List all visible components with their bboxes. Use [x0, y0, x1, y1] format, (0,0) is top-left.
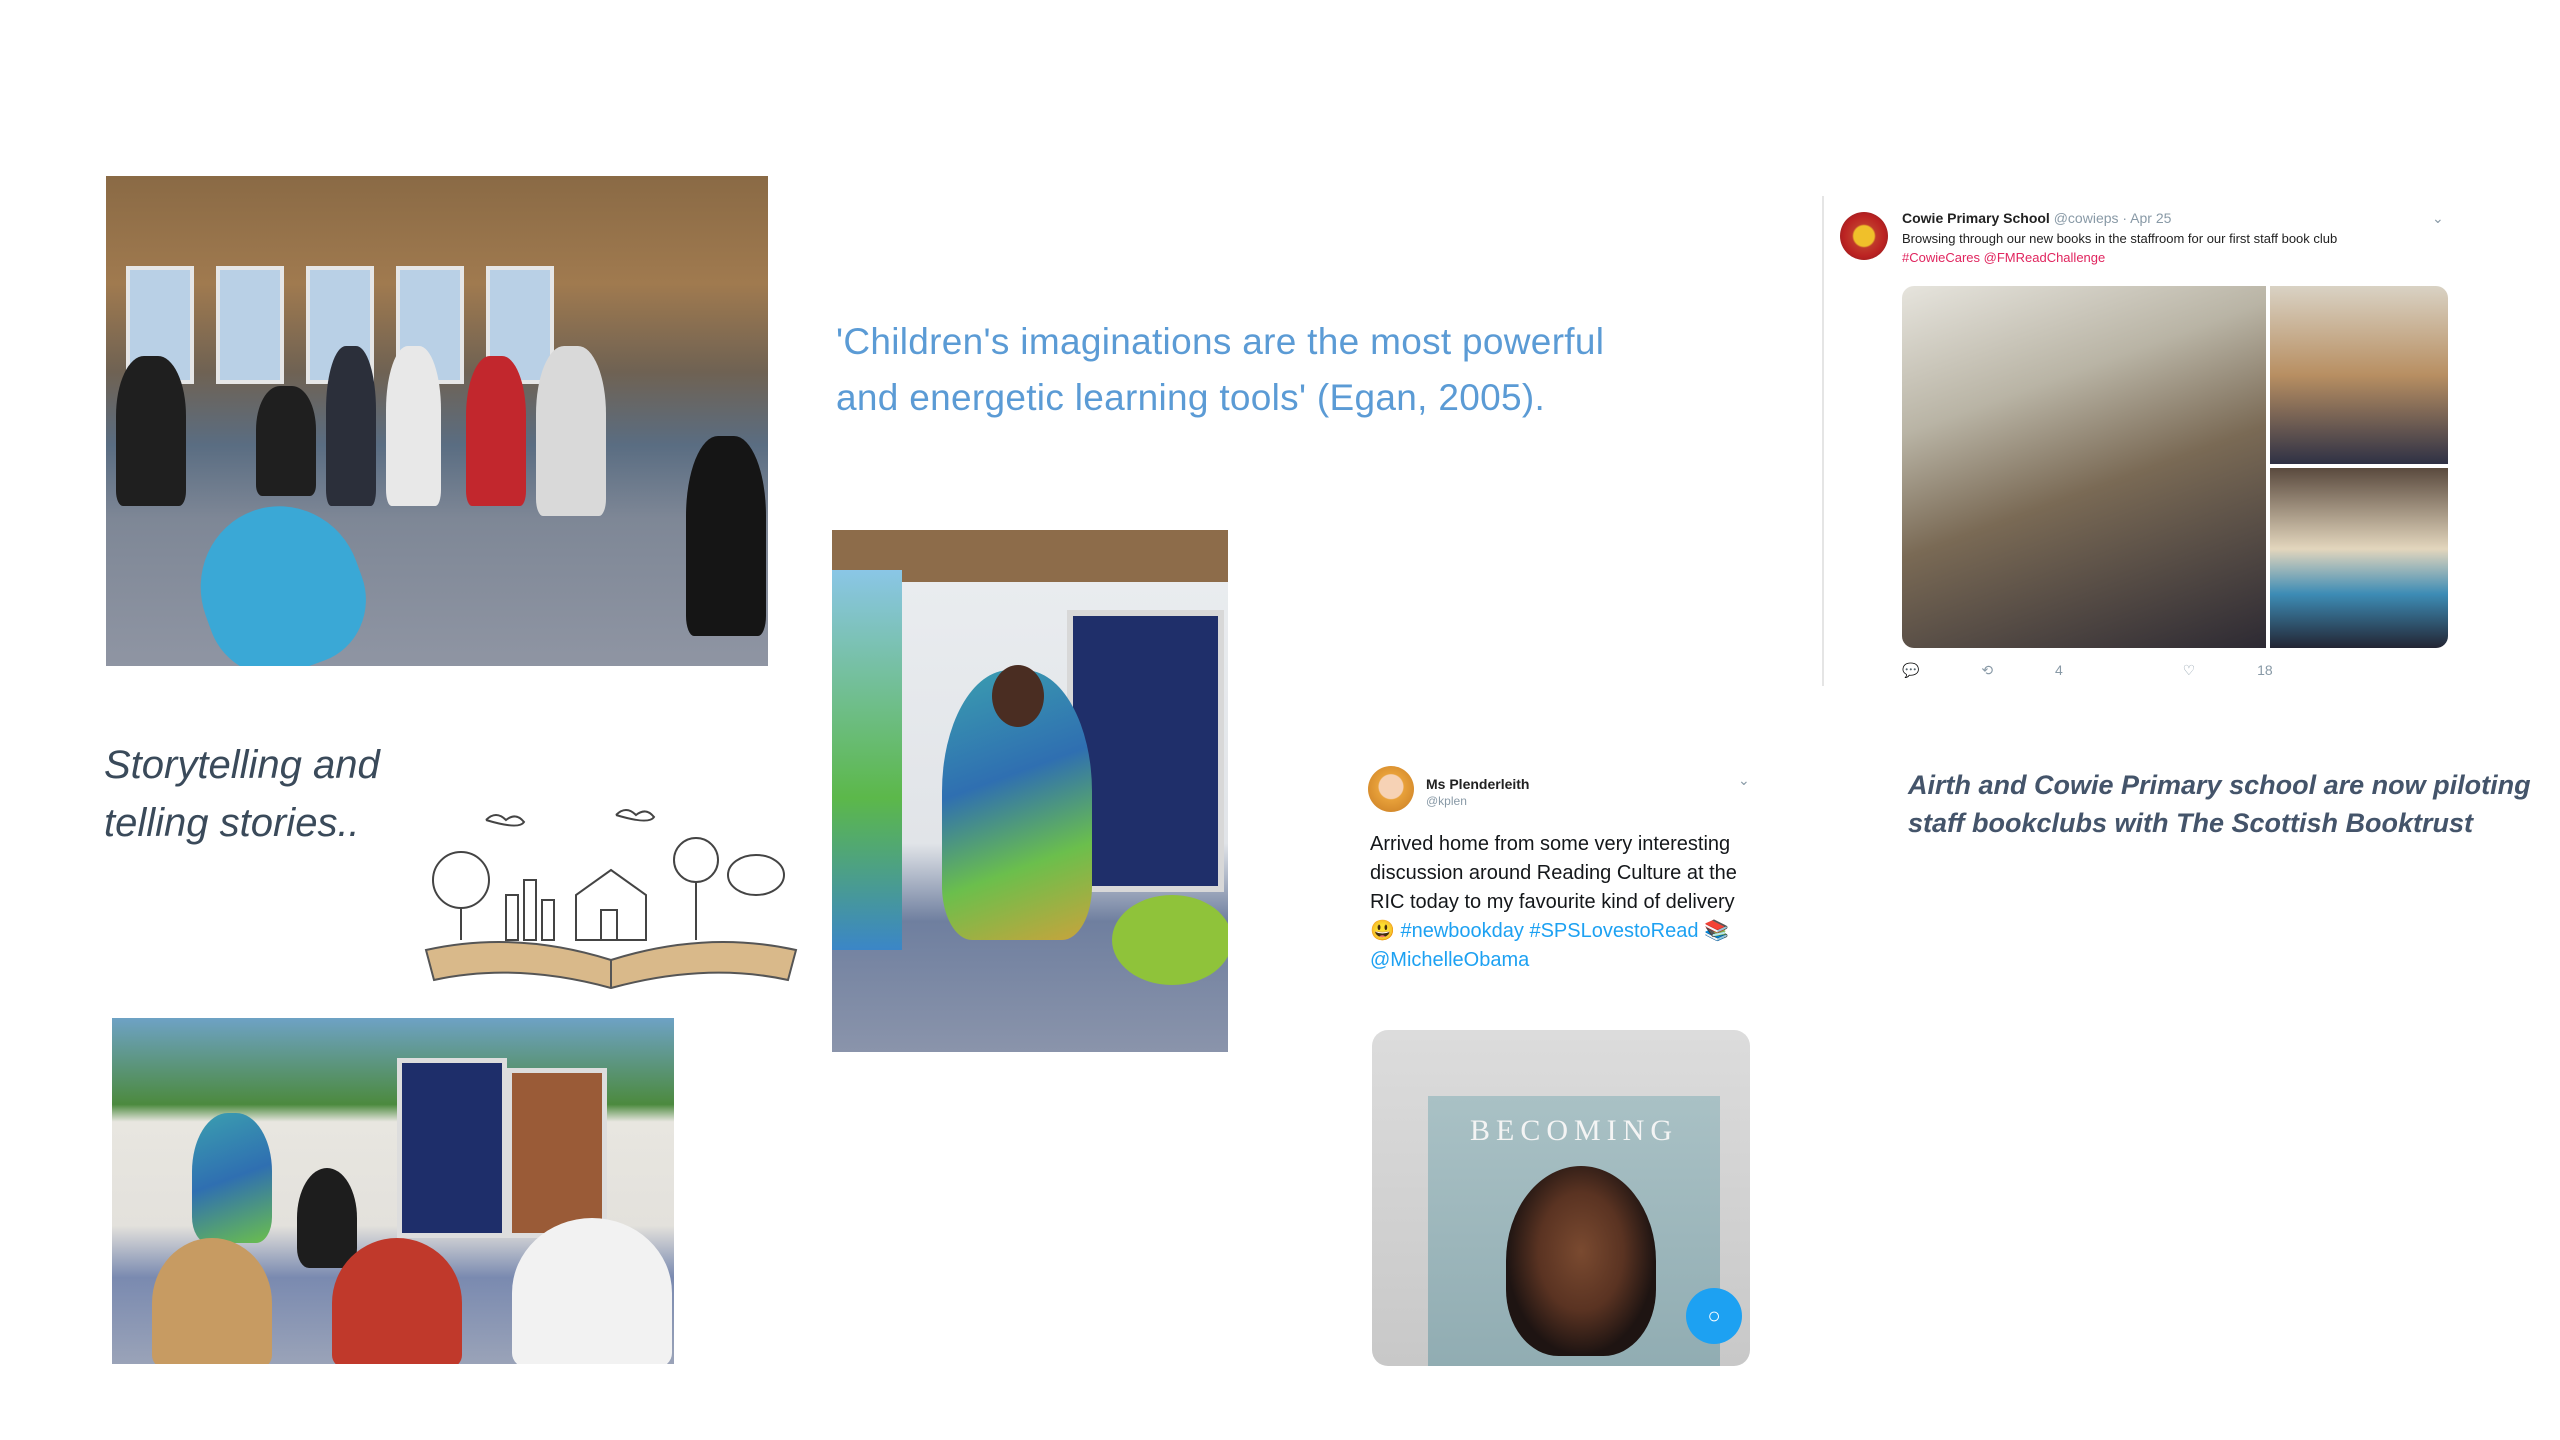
- retweet-count: 4: [2054, 662, 2063, 678]
- retweet-icon[interactable]: ⟲: [1981, 662, 1993, 678]
- storyteller-head: [992, 665, 1044, 727]
- tweet-author-name[interactable]: Ms Plenderleith: [1426, 776, 1529, 792]
- person: [466, 356, 526, 506]
- person: [536, 346, 606, 516]
- quote-text: 'Children's imaginations are the most po…: [836, 321, 1605, 418]
- book-cover: BECOMING: [1428, 1096, 1720, 1366]
- tweet-photo-books-table[interactable]: [1902, 286, 2266, 648]
- storytelling-heading: Storytelling and telling stories..: [104, 743, 380, 845]
- beanbag: [1112, 895, 1228, 985]
- tweet-actions: 💬 ⟲ 4 ♡ 18: [1902, 662, 2389, 679]
- person: [152, 1238, 272, 1364]
- like-icon[interactable]: ♡: [2183, 662, 2196, 678]
- person: [256, 386, 316, 496]
- photo-staff-circle-hall: [106, 176, 768, 666]
- tweet-body: Browsing through our new books in the st…: [1902, 231, 2338, 246]
- person: [326, 346, 376, 506]
- window: [216, 266, 284, 384]
- tweet-author-name[interactable]: Cowie Primary School: [1902, 210, 2050, 226]
- person: [512, 1218, 672, 1364]
- tweet-author-handle: @cowieps · Apr 25: [2053, 210, 2172, 226]
- avatar[interactable]: [1840, 212, 1888, 260]
- mention-link[interactable]: @MichelleObama: [1370, 949, 1529, 971]
- bookclub-caption: Airth and Cowie Primary school are now p…: [1908, 770, 2531, 838]
- tweet-ms-plenderleith: Ms Plenderleith @kplen ⌄ Arrived home fr…: [1368, 766, 1756, 1366]
- storyteller-figure: [192, 1113, 272, 1243]
- books-emoji-icon: 📚: [1704, 920, 1729, 942]
- person: [386, 346, 441, 506]
- chevron-down-icon[interactable]: ⌄: [2432, 210, 2444, 227]
- wall-mural: [832, 570, 902, 950]
- cover-portrait: [1506, 1166, 1656, 1356]
- chevron-down-icon[interactable]: ⌄: [1738, 772, 1750, 789]
- photo-storyteller: [832, 530, 1228, 1052]
- tweet-cowie-primary: Cowie Primary School @cowieps · Apr 25 ⌄…: [1822, 196, 2454, 686]
- book-title: BECOMING: [1469, 1114, 1678, 1147]
- open-book-illustration: [424, 809, 798, 990]
- reply-icon[interactable]: 💬: [1902, 662, 1919, 678]
- tweet-photo-reader[interactable]: [2270, 468, 2448, 648]
- photo-storytelling-group: [112, 1018, 674, 1364]
- tweet-photo-reader[interactable]: [2270, 286, 2448, 464]
- beanbag: [177, 483, 385, 666]
- person: [297, 1168, 357, 1268]
- door: [397, 1058, 507, 1238]
- tweet-author-handle: @kplen: [1426, 794, 1467, 808]
- tweet-tags[interactable]: #CowieCares @FMReadChallenge: [1902, 250, 2105, 265]
- hashtag-link[interactable]: #newbookday: [1400, 920, 1523, 942]
- hashtag-link[interactable]: #SPSLovestoRead: [1529, 920, 1698, 942]
- comment-icon[interactable]: ○: [1686, 1288, 1742, 1344]
- door: [507, 1068, 607, 1238]
- person: [332, 1238, 462, 1364]
- like-count: 18: [2257, 662, 2273, 678]
- tweet-photo-book[interactable]: BECOMING ○: [1372, 1030, 1750, 1366]
- avatar[interactable]: [1368, 766, 1414, 812]
- tweet-body: Arrived home from some very interesting …: [1370, 830, 1756, 975]
- person: [686, 436, 766, 636]
- person: [116, 356, 186, 506]
